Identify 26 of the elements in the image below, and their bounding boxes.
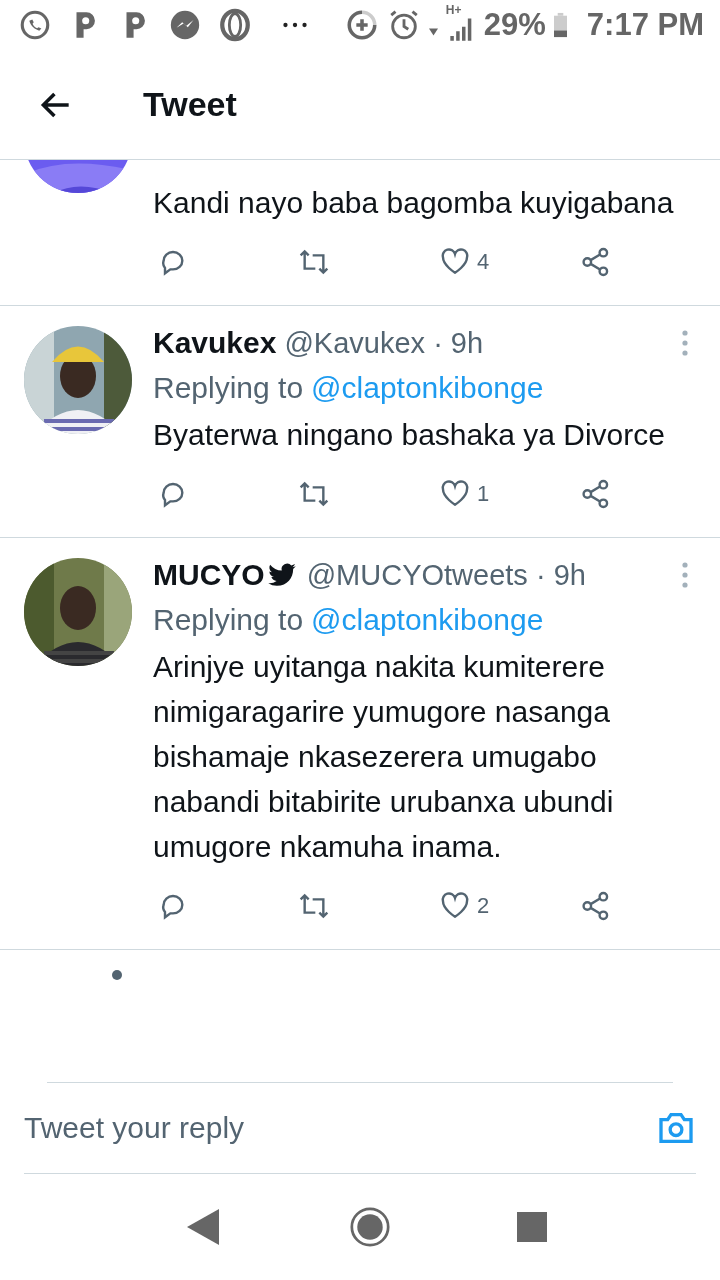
handle-and-time: @MUCYOtweets · 9h	[306, 558, 586, 592]
user-name[interactable]: Kavukex	[153, 326, 277, 360]
network-type: H+	[445, 3, 462, 17]
chat-icon	[18, 8, 52, 42]
like-count: 4	[477, 249, 490, 275]
clock-time: 7:17 PM	[586, 7, 704, 43]
download-arrow-icon	[428, 28, 438, 36]
like-count: 2	[477, 893, 490, 919]
reply-field[interactable]: Tweet your reply	[24, 1111, 656, 1145]
messenger-icon	[168, 8, 202, 42]
home-nav-icon[interactable]	[350, 1207, 390, 1247]
tweet-text: Byaterwa ningano bashaka ya Divorce	[153, 417, 666, 453]
tweet-text: Kandi nayo baba bagomba kuyigabana	[153, 185, 675, 221]
battery-icon	[553, 12, 567, 38]
header-title: Tweet	[143, 85, 237, 124]
like-count: 1	[477, 481, 490, 507]
replying-label: Replying to	[153, 603, 304, 637]
tweet-text: Arinjye uyitanga nakita kumiterere nimigaragarire yumugore nasanga bishamaje nkasezerera umugabo nabandi bitabirite urubanxa ubundi umugore nkamuha inama.	[153, 649, 615, 865]
battery-percent: 29%	[483, 7, 546, 43]
recents-nav-icon[interactable]	[516, 1212, 547, 1242]
handle-and-time: @Kavukex · 9h	[284, 326, 484, 360]
ring-icon	[218, 8, 252, 42]
replying-label: Replying to	[153, 371, 304, 405]
bullet-icon	[112, 970, 122, 980]
more-icon	[282, 21, 308, 29]
user-name[interactable]: MUCYO	[153, 558, 265, 592]
